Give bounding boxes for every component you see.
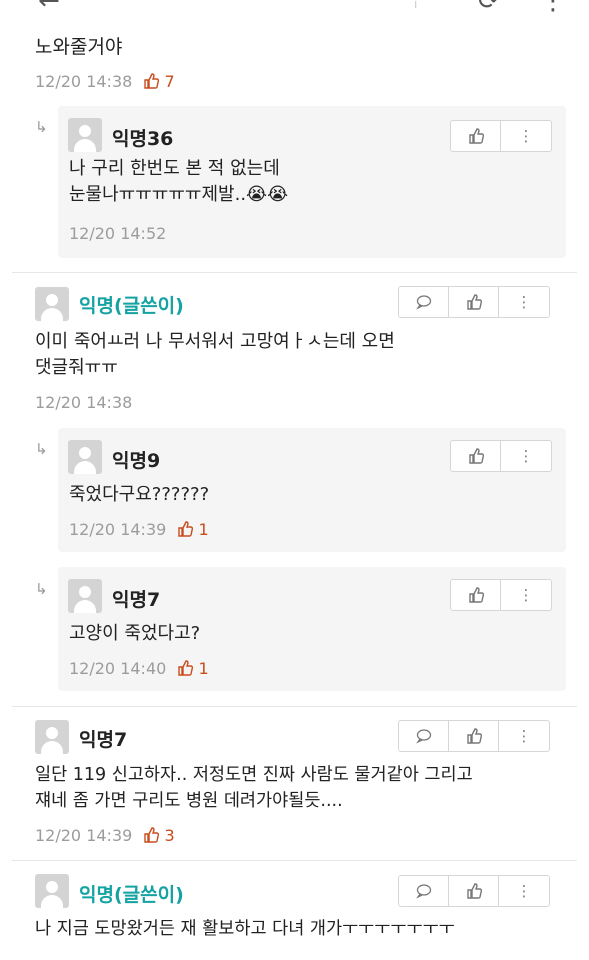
reply-indicator-icon: ↳ bbox=[35, 118, 48, 136]
comment-icon bbox=[415, 729, 431, 744]
divider bbox=[12, 860, 577, 861]
author-name: 익명7 bbox=[79, 729, 128, 751]
more-icon: ⋮ bbox=[518, 127, 534, 145]
thumbs-up-icon bbox=[466, 294, 482, 310]
avatar bbox=[35, 874, 69, 908]
top-app-bar: ← ᴵ ⟳ ⋮ bbox=[0, 0, 589, 20]
comment-text: 이미 죽어ㅛ러 나 무서워서 고망여ㅏㅅ는데 오면 댓글줘ㅠㅠ bbox=[35, 331, 395, 378]
thumbs-up-icon bbox=[466, 728, 482, 744]
more-icon: ⋮ bbox=[516, 882, 532, 900]
thumbs-up-icon bbox=[468, 448, 484, 464]
like-count: 3 bbox=[143, 826, 175, 845]
avatar bbox=[35, 287, 69, 321]
thumbs-up-icon bbox=[178, 521, 194, 537]
avatar bbox=[68, 440, 102, 474]
like-button[interactable] bbox=[451, 441, 501, 471]
like-count: 1 bbox=[177, 520, 209, 539]
more-icon: ⋮ bbox=[518, 447, 534, 465]
translate-icon[interactable]: ᴵ bbox=[414, 0, 417, 24]
more-options-button[interactable]: ⋮ bbox=[501, 121, 551, 151]
thumbs-up-icon bbox=[466, 883, 482, 899]
divider bbox=[12, 272, 577, 273]
thumbs-up-icon bbox=[144, 827, 160, 843]
reply-card: 익명36 ⋮ 나 구리 한번도 본 적 없는데 눈물나ㅠㅠㅠㅠㅠ제발..😭😭 1… bbox=[58, 106, 566, 258]
thumbs-up-icon bbox=[178, 660, 194, 676]
like-button[interactable] bbox=[451, 121, 501, 151]
comment-actions: ⋮ bbox=[398, 720, 550, 752]
more-icon: ⋮ bbox=[516, 727, 532, 745]
comment-time: 12/20 14:39 bbox=[35, 826, 133, 845]
reply-button[interactable] bbox=[399, 876, 449, 906]
comment-text-partial: 노와줄거야 bbox=[35, 36, 123, 58]
author-name: 익명7 bbox=[112, 589, 161, 611]
reply-button[interactable] bbox=[399, 287, 449, 317]
comment-text: 죽었다구요?????? bbox=[69, 484, 210, 505]
like-button[interactable] bbox=[449, 287, 499, 317]
more-options-button[interactable]: ⋮ bbox=[501, 580, 551, 610]
comment-actions: ⋮ bbox=[398, 286, 550, 318]
more-icon: ⋮ bbox=[516, 293, 532, 311]
reply-indicator-icon: ↳ bbox=[35, 440, 48, 458]
comment-time: 12/20 14:40 bbox=[69, 659, 167, 678]
comment-meta: 12/20 14:40 1 bbox=[69, 659, 209, 678]
comment-actions: ⋮ bbox=[450, 440, 552, 472]
comment-icon bbox=[415, 295, 431, 310]
comment-actions: ⋮ bbox=[450, 120, 552, 152]
comment-actions: ⋮ bbox=[398, 875, 550, 907]
comment-actions: ⋮ bbox=[450, 579, 552, 611]
comment-time: 12/20 14:38 bbox=[35, 72, 133, 91]
like-button[interactable] bbox=[449, 721, 499, 751]
more-options-button[interactable]: ⋮ bbox=[499, 721, 549, 751]
avatar bbox=[68, 579, 102, 613]
author-name: 익명(글쓴이) bbox=[79, 884, 184, 906]
divider bbox=[12, 706, 577, 707]
avatar bbox=[35, 720, 69, 754]
comment-text: 나 구리 한번도 본 적 없는데 눈물나ㅠㅠㅠㅠㅠ제발..😭😭 bbox=[69, 158, 289, 205]
thumbs-up-icon bbox=[144, 73, 160, 89]
avatar bbox=[68, 118, 102, 152]
reply-button[interactable] bbox=[399, 721, 449, 751]
more-options-button[interactable]: ⋮ bbox=[499, 287, 549, 317]
comment-text: 나 지금 도망왔거든 재 활보하고 다녀 개가ㅜㅜㅜㅜㅜㅜㅜ bbox=[35, 919, 455, 939]
reply-card: 익명7 ⋮ 고양이 죽었다고? 12/20 14:40 1 bbox=[58, 567, 566, 691]
author-name: 익명(글쓴이) bbox=[79, 295, 184, 317]
comment-icon bbox=[415, 884, 431, 899]
author-name: 익명36 bbox=[112, 128, 174, 150]
refresh-icon[interactable]: ⟳ bbox=[478, 0, 500, 16]
comment-meta: 12/20 14:39 3 bbox=[35, 826, 175, 845]
more-icon: ⋮ bbox=[518, 586, 534, 604]
reply-indicator-icon: ↳ bbox=[35, 580, 48, 598]
comment-time: 12/20 14:38 bbox=[35, 393, 133, 412]
like-button[interactable] bbox=[451, 580, 501, 610]
thumbs-up-icon bbox=[468, 587, 484, 603]
author-name: 익명9 bbox=[112, 450, 161, 472]
like-button[interactable] bbox=[449, 876, 499, 906]
thumbs-up-icon bbox=[468, 128, 484, 144]
comment-text: 일단 119 신고하자.. 저정도면 진짜 사람도 물거같아 그리고 쟤네 좀 … bbox=[35, 765, 473, 811]
comment-time: 12/20 14:39 bbox=[69, 520, 167, 539]
comment-text: 고양이 죽었다고? bbox=[69, 623, 201, 644]
reply-card: 익명9 ⋮ 죽었다구요?????? 12/20 14:39 1 bbox=[58, 428, 566, 552]
more-options-button[interactable]: ⋮ bbox=[499, 876, 549, 906]
comment-time: 12/20 14:52 bbox=[69, 224, 167, 243]
like-count: 1 bbox=[177, 659, 209, 678]
more-icon[interactable]: ⋮ bbox=[540, 0, 566, 16]
comment-meta: 12/20 14:39 1 bbox=[69, 520, 209, 539]
comment-meta: 12/20 14:38 7 bbox=[35, 72, 175, 91]
back-arrow-icon[interactable]: ← bbox=[38, 0, 60, 16]
like-count: 7 bbox=[143, 72, 175, 91]
more-options-button[interactable]: ⋮ bbox=[501, 441, 551, 471]
